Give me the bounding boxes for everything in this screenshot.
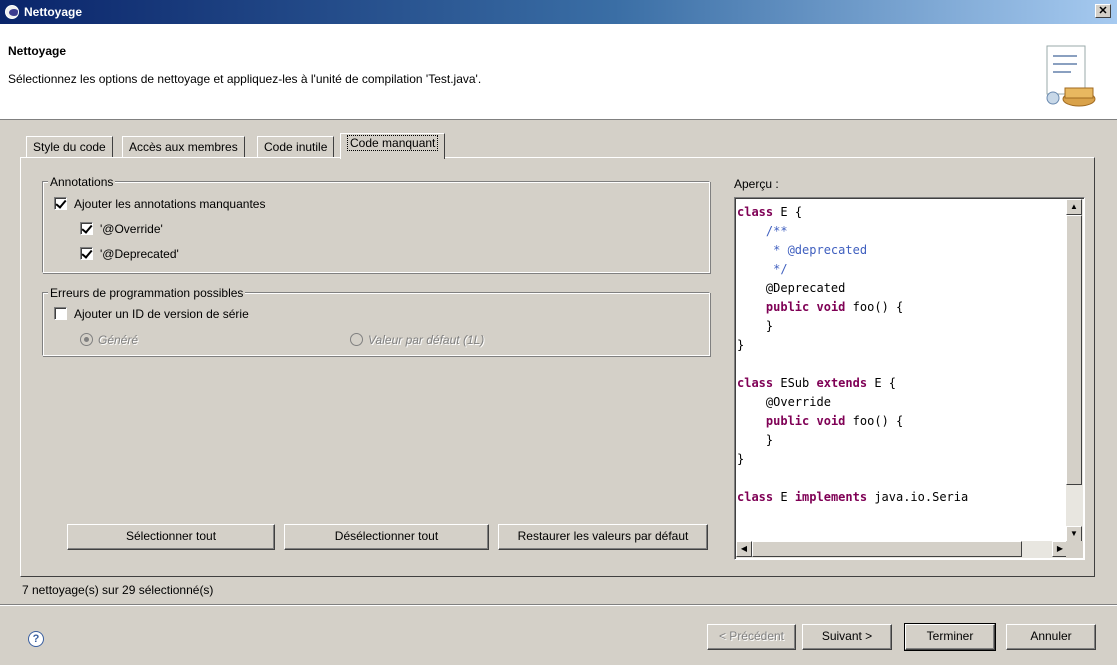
scroll-corner [1066,541,1083,558]
preview-vertical-scrollbar[interactable]: ▲ ▼ [1066,199,1083,542]
deprecated-checkbox[interactable] [80,247,93,260]
restore-defaults-button[interactable]: Restaurer les valeurs par défaut [498,524,708,550]
tab-label: Code manquant [347,135,439,151]
scroll-up-icon[interactable]: ▲ [1066,199,1082,215]
tab-label: Code inutile [264,140,328,154]
code-line: class E { [737,205,803,219]
close-button[interactable]: ✕ [1095,4,1111,18]
code-line: * @deprecated [737,243,868,257]
tab-label: Style du code [33,140,106,154]
cleanup-wizard-icon [1046,45,1096,107]
scroll-down-icon[interactable]: ▼ [1066,526,1082,542]
scroll-left-icon[interactable]: ◀ [736,541,752,557]
code-line: public void foo() { [765,414,904,428]
code-line: class E implements java.io.Seria [737,490,969,504]
window-title: Nettoyage [24,5,83,19]
code-line: /** [737,224,788,238]
default-value-label: Valeur par défaut (1L) [368,333,485,347]
preview-label: Aperçu : [734,177,779,191]
page-title: Nettoyage [8,44,67,58]
deprecated-label: '@Deprecated' [100,247,179,261]
code-line: class ESub extends E { [737,376,897,390]
preview-code: class E { /** * @deprecated */ @Deprecat… [737,203,968,507]
wizard-header: Nettoyage Sélectionnez les options de ne… [0,24,1117,120]
preview-pane[interactable]: class E { /** * @deprecated */ @Deprecat… [734,197,1085,560]
select-all-button[interactable]: Sélectionner tout [67,524,275,550]
finish-button[interactable]: Terminer [904,623,996,651]
code-line: } [737,452,745,466]
deselect-all-button[interactable]: Désélectionner tout [284,524,489,550]
title-bar[interactable]: Nettoyage ✕ [0,0,1117,24]
programming-errors-group-label: Erreurs de programmation possibles [48,286,246,300]
add-serial-version-id-checkbox[interactable] [54,307,67,320]
tab-code-style[interactable]: Style du code [26,136,113,158]
cancel-button[interactable]: Annuler [1006,624,1096,650]
code-line: @Override [765,395,831,409]
horizontal-scroll-thumb[interactable] [752,541,1022,557]
footer-separator [0,604,1117,606]
tab-member-access[interactable]: Accès aux membres [122,136,245,158]
cleanup-status: 7 nettoyage(s) sur 29 sélectionné(s) [22,583,214,597]
eclipse-icon [5,5,19,19]
next-button[interactable]: Suivant > [802,624,892,650]
code-line: public void foo() { [765,300,904,314]
code-line: } [765,319,774,333]
tab-label: Accès aux membres [129,140,238,154]
generated-label: Généré [98,333,139,347]
default-value-radio[interactable] [350,333,363,346]
override-checkbox[interactable] [80,222,93,235]
help-icon[interactable]: ? [28,631,44,647]
code-line: } [737,338,745,352]
preview-horizontal-scrollbar[interactable]: ◀ ▶ [736,541,1068,558]
override-label: '@Override' [100,222,163,236]
vertical-scroll-thumb[interactable] [1066,215,1082,485]
tab-unnecessary-code[interactable]: Code inutile [257,136,335,158]
code-line: */ [737,262,788,276]
back-button[interactable]: < Précédent [707,624,796,650]
add-missing-annotations-checkbox[interactable] [54,197,67,210]
add-missing-annotations-label: Ajouter les annotations manquantes [74,197,266,211]
add-serial-version-id-label: Ajouter un ID de version de série [74,307,249,321]
code-line: } [765,433,774,447]
annotations-group-label: Annotations [48,175,116,189]
tab-missing-code[interactable]: Code manquant [340,133,446,159]
code-line: @Deprecated [765,281,846,295]
page-description: Sélectionnez les options de nettoyage et… [8,72,482,86]
close-icon: ✕ [1098,5,1108,17]
generated-radio[interactable] [80,333,93,346]
